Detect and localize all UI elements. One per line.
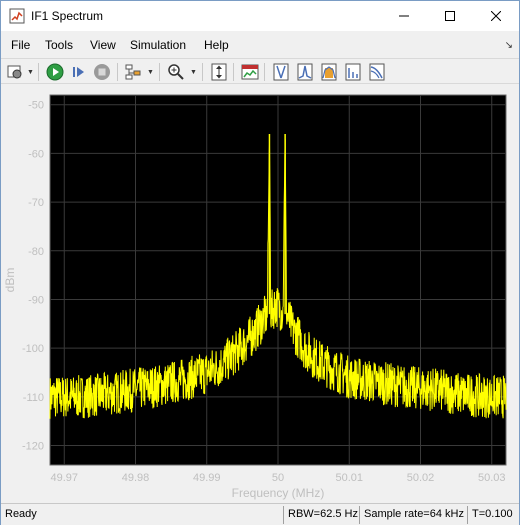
x-tick-label: 49.98: [122, 472, 150, 484]
window-title: IF1 Spectrum: [31, 9, 104, 23]
settings-dropdown-icon[interactable]: ▼: [27, 69, 34, 76]
status-separator: [467, 506, 468, 524]
close-icon: [491, 11, 501, 21]
zoom-dropdown-icon[interactable]: ▼: [190, 69, 197, 76]
peak-finder-icon[interactable]: [295, 62, 315, 82]
status-bar: Ready RBW=62.5 Hz Sample rate=64 kHz T=0…: [1, 503, 519, 525]
x-tick-label: 50.02: [407, 472, 435, 484]
measurements-icon[interactable]: [123, 62, 143, 82]
minimize-icon: [399, 15, 409, 17]
toolbar-separator: [264, 63, 265, 81]
app-icon: [9, 8, 25, 24]
status-separator: [359, 506, 360, 524]
x-tick-label: 49.99: [193, 472, 221, 484]
status-sample-rate: Sample rate=64 kHz: [364, 508, 464, 520]
dock-arrow-icon[interactable]: ↘: [505, 40, 513, 51]
status-separator: [283, 506, 284, 524]
menu-view[interactable]: View: [90, 38, 116, 52]
x-tick-label: 49.97: [50, 472, 78, 484]
y-tick-label: -50: [28, 100, 44, 112]
cursor-measurements-icon[interactable]: [271, 62, 291, 82]
x-tick-label: 50.03: [478, 472, 506, 484]
toolbar: ▼ ▼ ▼: [1, 58, 519, 84]
status-time: T=0.100: [472, 508, 513, 520]
x-tick-label: 50.01: [335, 472, 363, 484]
x-axis-label: Frequency (MHz): [232, 486, 325, 500]
maximize-button[interactable]: [427, 1, 473, 31]
y-tick-label: -90: [28, 294, 44, 306]
status-ready: Ready: [5, 508, 37, 520]
toolbar-separator: [159, 63, 160, 81]
toolbar-separator: [117, 63, 118, 81]
zoom-in-icon[interactable]: [166, 62, 186, 82]
title-bar: IF1 Spectrum: [1, 1, 519, 31]
y-tick-label: -80: [28, 246, 44, 258]
toolbar-separator: [202, 63, 203, 81]
y-tick-label: -120: [22, 441, 44, 453]
y-tick-label: -110: [23, 392, 44, 404]
maximize-icon: [445, 11, 455, 21]
spectrum-settings-icon[interactable]: [240, 62, 260, 82]
menu-simulation[interactable]: Simulation: [130, 38, 186, 52]
y-tick-label: -100: [22, 343, 44, 355]
distortion-measurements-icon[interactable]: [343, 62, 363, 82]
menu-tools[interactable]: Tools: [45, 38, 73, 52]
menu-bar: File Tools View Simulation Help ↘: [1, 34, 519, 56]
close-button[interactable]: [473, 1, 519, 31]
toolbar-separator: [38, 63, 39, 81]
scope-window: IF1 Spectrum File Tools View Simulation …: [0, 0, 520, 525]
run-icon[interactable]: [45, 62, 65, 82]
x-tick-label: 50: [272, 472, 284, 484]
status-rbw: RBW=62.5 Hz: [288, 508, 358, 520]
minimize-button[interactable]: [381, 1, 427, 31]
step-forward-icon[interactable]: [69, 62, 89, 82]
y-tick-label: -60: [28, 148, 44, 160]
y-tick-label: -70: [28, 197, 44, 209]
channel-measurements-icon[interactable]: [319, 62, 339, 82]
y-axis-label: dBm: [3, 268, 17, 293]
menu-help[interactable]: Help: [204, 38, 229, 52]
autoscale-icon[interactable]: [209, 62, 229, 82]
settings-icon[interactable]: [5, 62, 25, 82]
measurements-dropdown-icon[interactable]: ▼: [147, 69, 154, 76]
stop-icon[interactable]: [92, 62, 112, 82]
toolbar-separator: [233, 63, 234, 81]
menu-file[interactable]: File: [11, 38, 30, 52]
spectrum-plot[interactable]: 49.97 49.98 49.99 50 50.01 50.02 50.03 -50 -60 -7…: [1, 87, 519, 503]
ccdf-measurements-icon[interactable]: [367, 62, 387, 82]
